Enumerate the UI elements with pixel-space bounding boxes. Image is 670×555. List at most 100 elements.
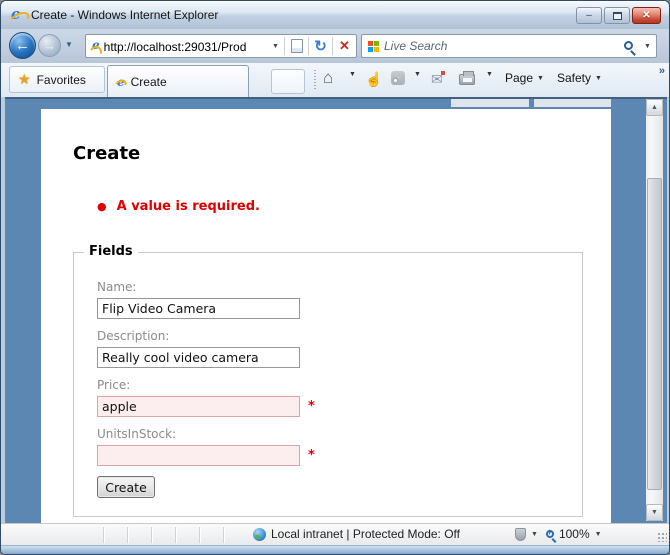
forward-icon: → [43, 38, 56, 53]
search-input[interactable] [384, 39, 620, 53]
tab-favicon-icon: e [117, 74, 125, 89]
page-menu[interactable]: Page ▼ [505, 71, 544, 85]
web-page: Create ● A value is required. Fields Nam… [41, 109, 611, 523]
search-icon[interactable] [624, 40, 633, 50]
back-button[interactable]: ← [9, 32, 36, 59]
scroll-up-button[interactable]: ▲ [646, 99, 663, 116]
chevron-down-icon: ▼ [486, 71, 493, 78]
safety-menu-label: Safety [557, 71, 592, 85]
form-group-price: Price: * [97, 378, 582, 417]
name-label: Name: [97, 280, 137, 294]
read-mail-button[interactable]: ✉ [431, 71, 445, 88]
scroll-up-icon: ▲ [651, 104, 658, 111]
new-tab-button[interactable] [271, 69, 305, 94]
zoom-level[interactable]: 100% [559, 527, 590, 541]
printer-icon [459, 71, 475, 85]
form-group-description: Description: [97, 329, 582, 368]
divider [103, 527, 104, 543]
tab-bar: ★ Favorites e Create ⌂ ▼ ☝ ▼ ✉ ▼ Page ▼ … [1, 63, 669, 97]
fieldset-legend: Fields [84, 244, 138, 259]
divider [127, 527, 128, 543]
stop-icon: ✕ [339, 38, 350, 53]
price-label: Price: [97, 378, 131, 392]
chevron-down-icon: ▼ [537, 74, 544, 82]
chevron-down-icon: ▼ [65, 40, 73, 49]
stop-button[interactable]: ✕ [333, 35, 356, 57]
divider [223, 527, 224, 543]
scroll-down-icon: ▼ [651, 509, 658, 516]
rss-feed-icon [391, 71, 405, 85]
scrollbar-thumb[interactable] [647, 178, 662, 490]
zone-text: Local intranet | Protected Mode: Off [271, 527, 460, 541]
form-group-unitsinstock: UnitsInStock: * [97, 427, 582, 466]
site-menu-tab[interactable] [534, 99, 611, 107]
print-button[interactable] [459, 71, 475, 85]
security-zone: Local intranet | Protected Mode: Off [253, 527, 460, 541]
status-bar: Local intranet | Protected Mode: Off ▼ 1… [1, 523, 669, 545]
vertical-scrollbar[interactable]: ▲ ▼ [646, 99, 663, 521]
validation-error-text: A value is required. [116, 199, 260, 214]
scroll-down-button[interactable]: ▼ [646, 504, 663, 521]
unitsinstock-field[interactable] [97, 445, 300, 466]
site-menu-tab[interactable] [451, 99, 529, 107]
mail-icon: ✉ [431, 71, 445, 87]
feeds-button[interactable] [391, 71, 405, 85]
recent-pages-dropdown[interactable]: ▼ [65, 40, 73, 49]
description-label: Description: [97, 329, 170, 343]
live-search-logo-icon [368, 40, 379, 52]
safety-menu[interactable]: Safety ▼ [557, 71, 602, 85]
feeds-dropdown[interactable]: ▼ [410, 71, 421, 78]
back-icon: ← [15, 37, 30, 54]
description-field[interactable] [97, 347, 300, 368]
navigation-bar: ← → ▼ e ▼ ↻ ✕ ▼ [1, 29, 669, 63]
toolbar-drag-handle[interactable] [314, 70, 316, 90]
favorites-button[interactable]: ★ Favorites [9, 66, 105, 93]
chevron-down-icon[interactable]: ▼ [595, 531, 602, 538]
home-dropdown[interactable]: ▼ [345, 71, 356, 78]
window-frame-bottom [1, 545, 669, 554]
close-icon: ✕ [642, 10, 651, 21]
status-bar-right: ▼ 100% ▼ [515, 527, 610, 541]
ie-logo-icon: e [11, 7, 28, 24]
required-marker: * [308, 448, 315, 463]
compatibility-view-icon [290, 39, 303, 53]
favorites-label: Favorites [36, 72, 86, 87]
chevron-down-icon: ▼ [349, 71, 356, 78]
slideshow-button[interactable]: ☝ [365, 71, 382, 88]
security-settings-icon[interactable] [515, 527, 526, 541]
search-box: ▼ [361, 34, 657, 58]
compatibility-view-button[interactable] [285, 35, 308, 57]
hand-icon: ☝ [365, 71, 383, 87]
unitsinstock-label: UnitsInStock: [97, 427, 177, 441]
name-field[interactable] [97, 298, 300, 319]
chevron-down-icon[interactable]: ▼ [531, 531, 538, 538]
star-icon: ★ [18, 71, 31, 87]
address-bar: e ▼ ↻ ✕ [85, 34, 357, 58]
create-submit-button[interactable]: Create [97, 476, 155, 498]
tab-create[interactable]: e Create [107, 65, 249, 97]
close-button[interactable]: ✕ [632, 7, 661, 24]
address-dropdown-button[interactable]: ▼ [267, 35, 284, 57]
page-favicon-icon: e [92, 39, 100, 57]
divider [151, 527, 152, 543]
print-dropdown[interactable]: ▼ [482, 71, 493, 78]
window-title: Create - Windows Internet Explorer [31, 8, 219, 22]
refresh-icon: ↻ [314, 38, 327, 55]
form-group-name: Name: [97, 280, 582, 319]
search-dropdown-button[interactable]: ▼ [639, 43, 656, 50]
refresh-button[interactable]: ↻ [309, 35, 332, 57]
home-button[interactable]: ⌂ [323, 69, 333, 86]
zoom-icon[interactable] [545, 527, 554, 538]
resize-grip[interactable] [657, 532, 667, 542]
bullet-icon: ● [97, 200, 107, 213]
chevron-down-icon: ▼ [595, 74, 602, 82]
address-input[interactable] [103, 35, 267, 57]
maximize-button[interactable] [604, 7, 630, 24]
forward-button[interactable]: → [38, 34, 61, 57]
title-bar[interactable]: e Create - Windows Internet Explorer – ✕ [1, 1, 669, 29]
chevron-down-icon: ▼ [272, 42, 279, 50]
minimize-button[interactable]: – [576, 7, 602, 24]
price-field[interactable] [97, 396, 300, 417]
more-commands-button[interactable]: » [659, 65, 665, 77]
fields-fieldset: Fields Name: Description: Price: * Units… [73, 244, 583, 517]
